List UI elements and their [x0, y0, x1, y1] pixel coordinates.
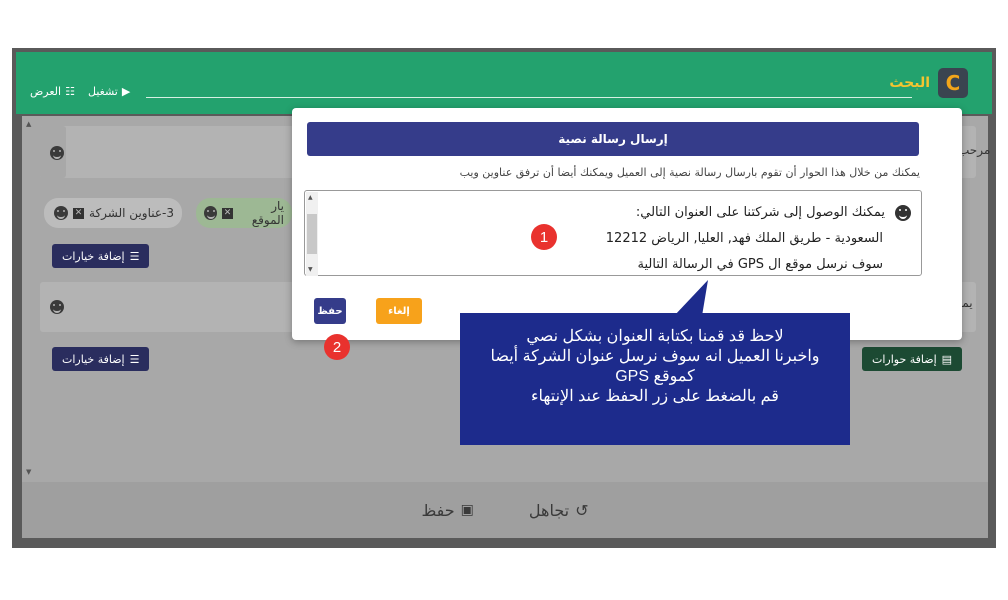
emoji-icon[interactable] — [50, 146, 64, 160]
history-icon: ↺ — [575, 500, 589, 520]
emoji-icon — [204, 206, 218, 220]
step-badge-2: 2 — [324, 334, 350, 360]
send-sms-dialog: إرسال رسالة نصية يمكنك من خلال هذا الحوا… — [292, 108, 962, 340]
logo-icon: C — [938, 68, 968, 98]
vertical-scrollbar[interactable]: ▲ ▼ — [24, 118, 34, 478]
view-button[interactable]: العرض ☷ — [30, 85, 75, 98]
message-line-3: سوف نرسل موقع ال GPS في الرسالة التالية — [637, 257, 883, 272]
add-dialogs-button[interactable]: ▤ إضافة حوارات — [862, 347, 963, 371]
cancel-button[interactable]: إلغاء — [376, 298, 422, 324]
run-button[interactable]: تشغيل ▶ — [88, 85, 130, 98]
scroll-up-icon[interactable]: ▲ — [26, 120, 31, 128]
textarea-scrollbar[interactable]: ▲ ▼ — [306, 192, 318, 276]
save-label: حفظ — [421, 500, 455, 520]
message-line-2: السعودية - طريق الملك فهد, العليا, الريا… — [605, 231, 883, 246]
callout-line-3: كموقع GPS — [615, 368, 695, 385]
run-label: تشغيل — [88, 85, 118, 98]
card-side — [40, 126, 66, 178]
button-label: إضافة خيارات — [62, 352, 125, 366]
save-button-bottom[interactable]: حفظ ▣ — [421, 501, 473, 520]
chip-label: 3-عناوين الشركة — [89, 206, 174, 220]
message-textarea[interactable]: ▲ ▼ يمكنك الوصول إلى شركتنا على العنوان … — [304, 190, 922, 276]
scroll-down-icon[interactable]: ▼ — [26, 468, 31, 476]
add-options-button[interactable]: ☰ إضافة خيارات — [52, 244, 150, 268]
chip-company-addresses[interactable]: 3-عناوين الشركة ✕ — [44, 198, 182, 228]
ignore-label: تجاهل — [528, 500, 570, 520]
search-input[interactable] — [146, 97, 912, 98]
chip-label: يار الموقع — [251, 199, 284, 227]
search-title: البحث — [889, 75, 930, 91]
scroll-up-icon[interactable]: ▲ — [308, 194, 313, 201]
view-label: العرض — [30, 85, 62, 98]
list-icon: ☰ — [129, 352, 140, 366]
emoji-icon — [54, 206, 69, 220]
brand[interactable]: C البحث — [889, 66, 968, 100]
chat-icon: ▤ — [941, 352, 953, 366]
button-label: إضافة حوارات — [872, 352, 937, 366]
message-line-1: يمكنك الوصول إلى شركتنا على العنوان التا… — [635, 205, 885, 220]
emoji-icon[interactable] — [50, 300, 64, 314]
add-options-button-2[interactable]: ☰ إضافة خيارات — [52, 347, 150, 371]
annotation-callout: لاحظ قد قمنا بكتابة العنوان بشكل نصي واخ… — [460, 313, 850, 445]
dialog-description: يمكنك من خلال هذا الحوار أن تقوم بارسال … — [459, 166, 920, 179]
dialog-title: إرسال رسالة نصية — [307, 122, 919, 156]
chip-location[interactable]: يار الموقع ✕ — [196, 198, 292, 228]
callout-line-4: قم بالضغط على زر الحفظ عند الإنتهاء — [531, 388, 779, 405]
scroll-thumb[interactable] — [307, 214, 317, 254]
floppy-icon: ▣ — [460, 502, 474, 518]
save-button[interactable]: حفظ — [314, 298, 346, 324]
list-icon: ☰ — [129, 249, 140, 263]
close-icon[interactable]: ✕ — [222, 207, 233, 219]
emoji-icon[interactable] — [895, 205, 911, 221]
play-icon: ▶ — [121, 85, 131, 98]
top-bar: C البحث العرض ☷ تشغيل ▶ — [16, 52, 992, 114]
scroll-down-icon[interactable]: ▼ — [308, 266, 313, 273]
bottom-bar: حفظ ▣ تجاهل ↺ — [22, 482, 988, 538]
callout-line-2: واخبرنا العميل انه سوف نرسل عنوان الشركة… — [490, 348, 820, 365]
grid-icon: ☷ — [65, 85, 75, 98]
button-label: إضافة خيارات — [62, 249, 125, 263]
close-icon[interactable]: ✕ — [73, 207, 85, 219]
card-label-welcome: مرحب — [958, 143, 991, 157]
step-badge-1: 1 — [531, 224, 557, 250]
callout-pointer — [674, 280, 708, 316]
ignore-button[interactable]: تجاهل ↺ — [529, 501, 589, 520]
callout-line-1: لاحظ قد قمنا بكتابة العنوان بشكل نصي — [526, 328, 784, 345]
